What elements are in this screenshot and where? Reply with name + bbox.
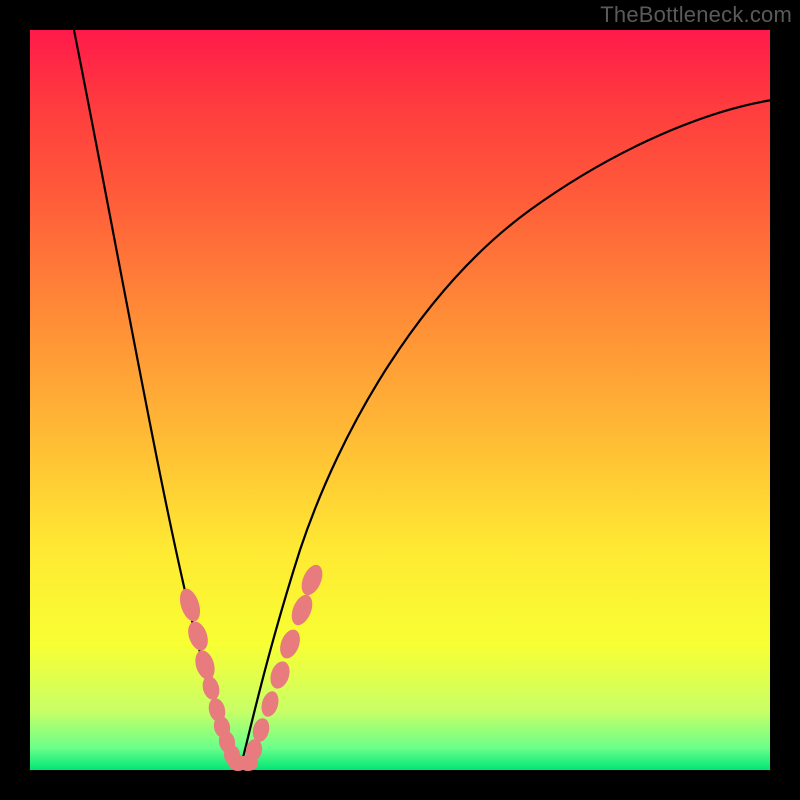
watermark-text: TheBottleneck.com: [600, 2, 792, 28]
curve-marker: [288, 592, 317, 628]
plot-area: [30, 30, 770, 770]
marker-group: [176, 562, 326, 771]
curve-marker: [259, 689, 282, 718]
outer-frame: TheBottleneck.com: [0, 0, 800, 800]
chart-svg: [30, 30, 770, 770]
curve-marker: [297, 562, 326, 598]
curve-marker: [200, 674, 222, 701]
curve-marker: [276, 627, 303, 661]
curve-marker: [176, 586, 204, 624]
curve-marker: [267, 659, 293, 691]
right-curve: [240, 100, 772, 770]
curve-marker: [192, 648, 218, 682]
curve-marker: [185, 619, 212, 653]
